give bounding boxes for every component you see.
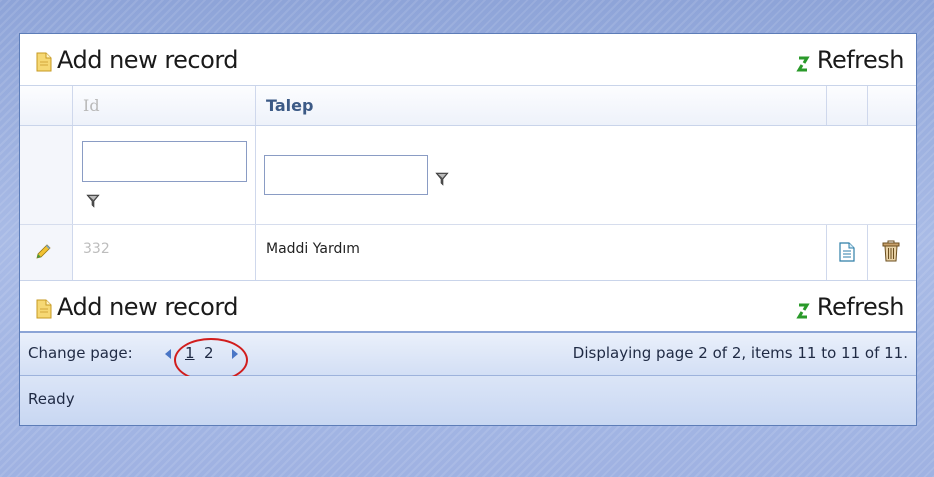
document-add-icon — [36, 297, 52, 319]
pager-info: Displaying page 2 of 2, items 11 to 11 o… — [572, 344, 908, 362]
filter-icon[interactable] — [435, 171, 449, 186]
header-talep-label: Talep — [266, 96, 314, 115]
talep-filter-input[interactable] — [264, 155, 428, 195]
pencil-edit-icon[interactable] — [34, 243, 52, 265]
cell-talep-value: Maddi Yardım — [266, 241, 360, 257]
prev-arrow-icon[interactable] — [165, 349, 171, 359]
header-id-label: Id — [83, 96, 100, 115]
add-new-record-label: Add new record — [57, 46, 239, 74]
refresh-button[interactable]: Refresh — [796, 46, 905, 74]
row-edit-cell — [20, 225, 73, 280]
pager: Change page: 1 2 Displaying page 2 of 2,… — [20, 331, 916, 382]
header-talep[interactable]: Talep — [256, 86, 827, 125]
table-row: 332 Maddi Yardım — [20, 225, 916, 280]
cell-id-value: 332 — [83, 241, 110, 257]
filter-spacer — [20, 126, 73, 224]
cell-id: 332 — [73, 225, 256, 280]
document-add-icon — [36, 50, 52, 72]
filter-icon[interactable] — [86, 193, 100, 208]
refresh-label: Refresh — [816, 293, 905, 321]
row-view-cell — [827, 225, 868, 280]
filter-id-cell — [73, 126, 256, 224]
id-filter-input[interactable] — [82, 141, 247, 182]
grid-header: Id Talep — [20, 85, 916, 126]
filter-talep-cell — [256, 126, 916, 224]
page-link-2[interactable]: 2 — [204, 344, 214, 362]
add-new-record-button[interactable]: Add new record — [36, 46, 239, 74]
next-arrow-icon[interactable] — [232, 349, 238, 359]
header-delete-column — [868, 86, 916, 125]
refresh-icon — [796, 51, 810, 72]
header-view-column — [827, 86, 868, 125]
document-icon[interactable] — [839, 242, 855, 266]
row-delete-cell — [868, 225, 916, 280]
change-page-label: Change page: — [28, 344, 133, 362]
command-bar-top: Add new record Refresh — [20, 34, 916, 85]
status-text: Ready — [28, 390, 75, 408]
page-link-1[interactable]: 1 — [185, 344, 195, 362]
filter-row — [20, 126, 916, 225]
data-grid: Add new record Refresh Id Talep 332 Madd… — [19, 33, 917, 426]
cell-talep: Maddi Yardım — [256, 225, 827, 280]
command-bar-bottom: Add new record Refresh — [20, 280, 916, 331]
status-bar: Ready — [20, 376, 916, 425]
add-new-record-button[interactable]: Add new record — [36, 293, 239, 321]
header-edit-column — [20, 86, 73, 125]
refresh-button[interactable]: Refresh — [796, 293, 905, 321]
refresh-icon — [796, 298, 810, 319]
refresh-label: Refresh — [816, 46, 905, 74]
add-new-record-label: Add new record — [57, 293, 239, 321]
trash-icon[interactable] — [882, 240, 900, 266]
header-id[interactable]: Id — [73, 86, 256, 125]
